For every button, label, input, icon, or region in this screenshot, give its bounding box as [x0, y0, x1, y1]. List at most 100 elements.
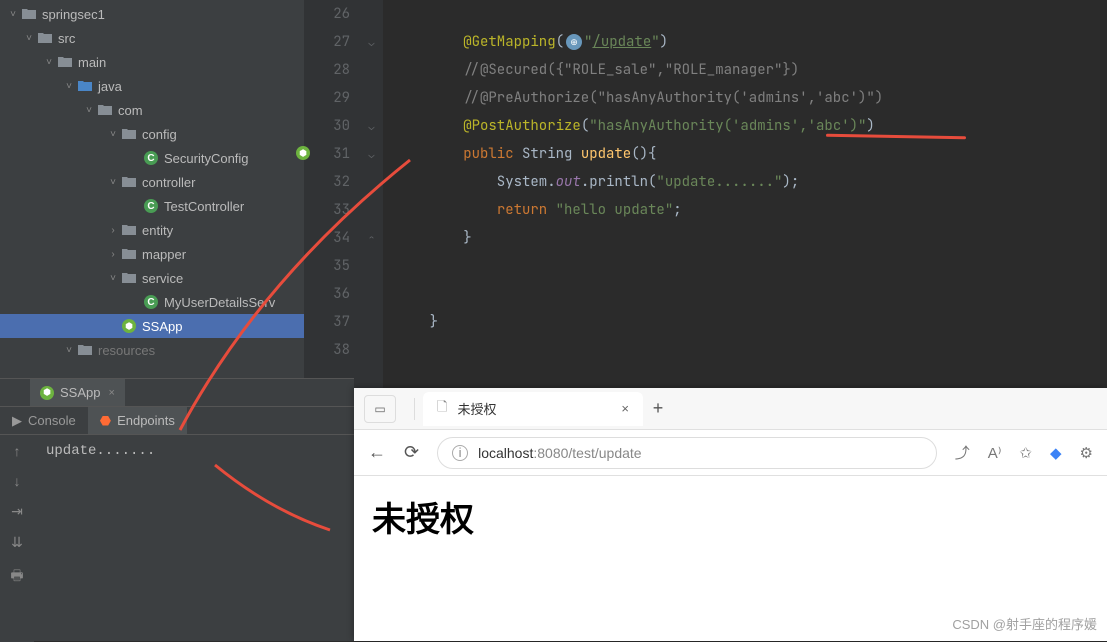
refresh-button[interactable]: ⟳ [404, 442, 419, 463]
run-gutter-icon[interactable]: ⬢ [296, 146, 310, 160]
unauthorized-heading: 未授权 [372, 492, 1089, 541]
expand-icon[interactable]: ˅ [106, 129, 120, 140]
favorites-icon[interactable]: ✩ [1019, 444, 1032, 462]
tree-label: com [118, 103, 143, 118]
tree-label: config [142, 127, 177, 142]
code-line[interactable]: return "hello update"; [396, 196, 1107, 224]
tree-label: main [78, 55, 106, 70]
expand-icon[interactable]: ˅ [62, 345, 76, 356]
console-tab[interactable]: ▶ Console [0, 407, 88, 434]
spring-icon: ⬢ [40, 386, 54, 400]
tree-label: service [142, 271, 183, 286]
code-line[interactable]: //@Secured({"ROLE_sale","ROLE_manager"}) [396, 56, 1107, 84]
share-icon[interactable]: ⤴ [955, 442, 970, 463]
tree-node[interactable]: CSecurityConfig [0, 146, 304, 170]
tree-label: resources [98, 343, 155, 358]
line-number: 33 [304, 196, 350, 224]
endpoints-icon: ⬣ [100, 413, 111, 429]
tree-node[interactable]: ˅ config [0, 122, 304, 146]
expand-icon[interactable]: ˅ [106, 273, 120, 284]
tree-node[interactable]: CMyUserDetailsServ [0, 290, 304, 314]
tree-node[interactable]: ›mapper [0, 242, 304, 266]
expand-icon[interactable]: ˅ [62, 81, 76, 92]
page-content: 未授权 [354, 476, 1107, 557]
tree-label: TestController [164, 199, 244, 214]
code-line[interactable] [396, 336, 1107, 364]
down-icon[interactable]: ↓ [14, 473, 21, 489]
line-number: 34 [304, 224, 350, 252]
line-number: 30 [304, 112, 350, 140]
expand-icon[interactable]: ˅ [106, 177, 120, 188]
scroll-icon[interactable]: ⇊ [11, 534, 23, 551]
tree-label: entity [142, 223, 173, 238]
tree-label: MyUserDetailsServ [164, 295, 275, 310]
tab-overview-button[interactable]: ▭ [364, 395, 396, 423]
code-line[interactable]: public String update(){ [396, 140, 1107, 168]
close-icon[interactable]: × [108, 387, 114, 399]
settings-icon[interactable]: ⚙ [1080, 444, 1093, 462]
read-aloud-icon[interactable]: A⁾ [988, 444, 1002, 462]
console-icon: ▶ [12, 413, 22, 429]
tree-node[interactable]: ˅ controller [0, 170, 304, 194]
line-number: 36 [304, 280, 350, 308]
tree-label: SSApp [142, 319, 182, 334]
up-icon[interactable]: ↑ [14, 443, 21, 459]
page-icon: 🗋 [437, 398, 447, 420]
wrap-icon[interactable]: ⇥ [11, 503, 23, 520]
run-tab-label: SSApp [60, 385, 100, 400]
run-config-tab[interactable]: ⬢ SSApp × [30, 379, 125, 406]
code-line[interactable]: @GetMapping(⊕"/update") [396, 28, 1107, 56]
tree-node[interactable]: ˅ java [0, 74, 304, 98]
code-line[interactable] [396, 252, 1107, 280]
tree-node[interactable]: ˅ com [0, 98, 304, 122]
tree-label: java [98, 79, 122, 94]
code-line[interactable]: @PostAuthorize("hasAnyAuthority('admins'… [396, 112, 1107, 140]
tree-node[interactable]: ˅src [0, 26, 304, 50]
code-line[interactable] [396, 0, 1107, 28]
tree-label: SecurityConfig [164, 151, 249, 166]
endpoints-tab[interactable]: ⬣ Endpoints [88, 407, 187, 434]
tree-node[interactable]: ˅ springsec1 [0, 2, 304, 26]
print-icon[interactable]: 🖶 [10, 565, 23, 589]
watermark: CSDN @射手座的程序媛 [952, 614, 1097, 633]
line-number: 38 [304, 336, 350, 364]
code-line[interactable]: //@PreAuthorize("hasAnyAuthority('admins… [396, 84, 1107, 112]
expand-icon[interactable]: ˅ [82, 105, 96, 116]
expand-icon[interactable]: › [106, 225, 120, 236]
browser-tab[interactable]: 🗋 未授权 × [423, 392, 643, 426]
tab-title: 未授权 [457, 399, 496, 418]
line-number: 32 [304, 168, 350, 196]
line-number: 37 [304, 308, 350, 336]
tree-node[interactable]: ˅ resources [0, 338, 304, 362]
tree-label: springsec1 [42, 7, 105, 22]
code-line[interactable] [396, 280, 1107, 308]
run-toolbar: ↑ ↓ ⇥ ⇊ 🖶 [0, 435, 34, 642]
console-output: update....... [34, 435, 354, 467]
expand-icon[interactable]: › [106, 249, 120, 260]
tree-label: controller [142, 175, 195, 190]
close-icon[interactable]: × [621, 401, 629, 416]
line-number: 35 [304, 252, 350, 280]
address-bar[interactable]: i localhost:8080/test/update [437, 437, 937, 469]
tree-node[interactable]: ˅ main [0, 50, 304, 74]
line-number: 27 [304, 28, 350, 56]
line-number: 31⬢ [304, 140, 350, 168]
expand-icon[interactable]: ˅ [42, 57, 56, 68]
tree-node[interactable]: ˅ service [0, 266, 304, 290]
expand-icon[interactable]: ˅ [6, 9, 20, 20]
expand-icon[interactable]: ˅ [22, 33, 36, 44]
code-line[interactable]: } [396, 308, 1107, 336]
line-number: 26 [304, 0, 350, 28]
back-button[interactable]: ← [368, 442, 386, 463]
tree-node[interactable]: › entity [0, 218, 304, 242]
site-info-icon[interactable]: i [452, 445, 468, 461]
new-tab-button[interactable]: + [643, 398, 673, 419]
code-line[interactable]: System.out.println("update......."); [396, 168, 1107, 196]
tree-node[interactable]: ⬢SSApp [0, 314, 304, 338]
code-line[interactable]: } [396, 224, 1107, 252]
url-host: localhost [478, 445, 533, 461]
line-number: 28 [304, 56, 350, 84]
browser-window: ▭ 🗋 未授权 × + ← ⟳ i localhost:8080/test/up… [354, 388, 1107, 641]
tree-node[interactable]: CTestController [0, 194, 304, 218]
collections-icon[interactable]: ◆ [1050, 444, 1062, 462]
